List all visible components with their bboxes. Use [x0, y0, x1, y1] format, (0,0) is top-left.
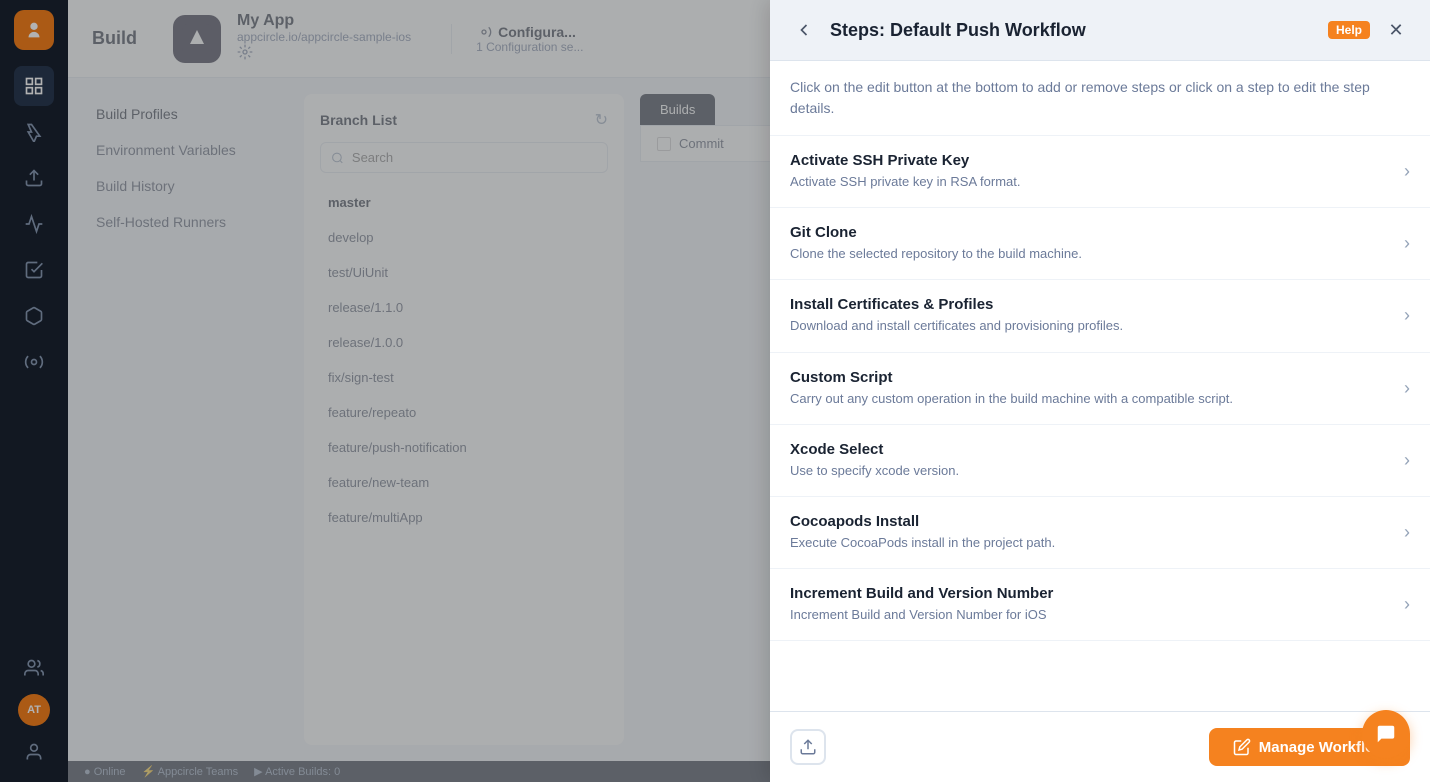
- step-certs-desc: Download and install certificates and pr…: [790, 317, 1392, 335]
- upload-button[interactable]: [790, 729, 826, 765]
- step-git-arrow: ›: [1404, 233, 1410, 254]
- step-certs-title: Install Certificates & Profiles: [790, 296, 1392, 313]
- step-increment-arrow: ›: [1404, 594, 1410, 615]
- step-item-ssh[interactable]: Activate SSH Private Key Activate SSH pr…: [770, 136, 1430, 208]
- step-script-desc: Carry out any custom operation in the bu…: [790, 390, 1392, 408]
- drawer-description: Click on the edit button at the bottom t…: [770, 61, 1430, 136]
- drawer-header: Steps: Default Push Workflow Help ✕: [770, 0, 1430, 61]
- step-certs-arrow: ›: [1404, 305, 1410, 326]
- step-xcode-desc: Use to specify xcode version.: [790, 462, 1392, 480]
- drawer-steps-list: Activate SSH Private Key Activate SSH pr…: [770, 136, 1430, 711]
- step-script-title: Custom Script: [790, 369, 1392, 386]
- step-cocoa-arrow: ›: [1404, 522, 1410, 543]
- step-ssh-title: Activate SSH Private Key: [790, 152, 1392, 169]
- chat-bubble-button[interactable]: [1362, 710, 1410, 758]
- step-increment-title: Increment Build and Version Number: [790, 585, 1392, 602]
- step-item-xcode-select[interactable]: Xcode Select Use to specify xcode versio…: [770, 425, 1430, 497]
- step-cocoa-desc: Execute CocoaPods install in the project…: [790, 534, 1392, 552]
- steps-drawer: Steps: Default Push Workflow Help ✕ Clic…: [770, 0, 1430, 782]
- step-git-desc: Clone the selected repository to the bui…: [790, 245, 1392, 263]
- drawer-close-button[interactable]: ✕: [1382, 16, 1410, 44]
- step-increment-desc: Increment Build and Version Number for i…: [790, 606, 1392, 624]
- step-cocoa-title: Cocoapods Install: [790, 513, 1392, 530]
- step-item-cocoapods[interactable]: Cocoapods Install Execute CocoaPods inst…: [770, 497, 1430, 569]
- step-xcode-title: Xcode Select: [790, 441, 1392, 458]
- drawer-back-button[interactable]: [790, 16, 818, 44]
- drawer-title: Steps: Default Push Workflow: [830, 20, 1316, 41]
- step-item-custom-script[interactable]: Custom Script Carry out any custom opera…: [770, 353, 1430, 425]
- step-item-git-clone[interactable]: Git Clone Clone the selected repository …: [770, 208, 1430, 280]
- step-ssh-desc: Activate SSH private key in RSA format.: [790, 173, 1392, 191]
- drawer-footer: Manage Workflow: [770, 711, 1430, 782]
- step-git-title: Git Clone: [790, 224, 1392, 241]
- pencil-icon: [1233, 738, 1251, 756]
- step-item-increment[interactable]: Increment Build and Version Number Incre…: [770, 569, 1430, 641]
- step-xcode-arrow: ›: [1404, 450, 1410, 471]
- help-badge[interactable]: Help: [1328, 21, 1370, 39]
- step-ssh-arrow: ›: [1404, 161, 1410, 182]
- step-script-arrow: ›: [1404, 378, 1410, 399]
- step-item-certs[interactable]: Install Certificates & Profiles Download…: [770, 280, 1430, 352]
